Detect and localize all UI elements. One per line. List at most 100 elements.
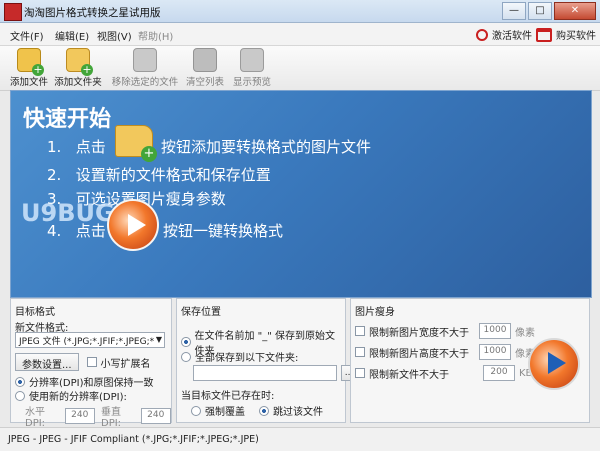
overwrite-label: 强制覆盖 [205, 407, 245, 418]
limit-width-label: 限制新图片宽度不大于 [369, 327, 469, 339]
cart-icon [536, 27, 552, 42]
add-folder-icon [66, 48, 93, 76]
target-format-panel: 目标格式 新文件格式: JPEG 文件 (*.JPG;*.JFIF;*.JPEG… [10, 298, 172, 429]
step-2-number: 2. [47, 166, 62, 184]
menu-edit[interactable]: 编辑(E) [55, 28, 89, 43]
new-format-row: JPEG 文件 (*.JPG;*.JFIF;*.JPEG;* [15, 332, 165, 348]
step-4-after: 按钮一键转换格式 [163, 222, 284, 240]
limit-height-label: 限制新图片高度不大于 [369, 348, 469, 360]
format-select[interactable]: JPEG 文件 (*.JPG;*.JFIF;*.JPEG;* [15, 332, 165, 348]
step-4-number: 4. [47, 222, 62, 240]
image-slim-panel: 图片瘦身 限制新图片宽度不大于 1000 像素 限制新图片高度不大于 1000 … [350, 298, 590, 423]
menubar: 文件(F) 编辑(E) 视图(V) 帮助(H) 激活软件 购买软件 [0, 23, 600, 46]
overwrite-radio[interactable] [191, 405, 201, 416]
lowercase-extension-checkbox[interactable] [86, 357, 97, 367]
window-title: 淘淘图片格式转换之星试用版 [24, 7, 161, 19]
quick-start-panel: 快速开始 1. 点击 按钮添加要转换格式的图片文件 2. 设置新的文件格式和保存… [10, 90, 592, 298]
add-file-icon [17, 48, 44, 76]
target-format-title: 目标格式 [15, 307, 55, 318]
step-1: 1. 点击 [47, 136, 106, 157]
add-file-button[interactable]: 添加文件 [8, 48, 50, 88]
image-slim-title: 图片瘦身 [355, 307, 395, 318]
remove-selected-button[interactable]: 移除选定的文件 [110, 48, 180, 88]
show-preview-label: 显示预览 [232, 77, 271, 88]
limit-size-label: 限制新文件不大于 [369, 369, 449, 381]
clear-list-label: 清空列表 [185, 77, 224, 88]
horizontal-dpi-label: 水平DPI: [25, 407, 46, 429]
step-4-text: 点击 [75, 222, 106, 240]
size-limit-input[interactable]: 200 [483, 365, 515, 381]
window-controls: — □ ✕ [500, 2, 596, 20]
remove-icon [133, 48, 157, 72]
remove-selected-label: 移除选定的文件 [111, 77, 179, 88]
folder-path-row: ... [193, 365, 357, 381]
save-prefix-radio[interactable] [181, 337, 191, 347]
dpi-new-label: 使用新的分辨率(DPI): [29, 392, 127, 403]
menu-file[interactable]: 文件(F) [10, 28, 44, 43]
params-row: 参数设置... 小写扩展名 [15, 353, 151, 371]
width-unit-label: 像素 [515, 327, 535, 339]
toolbar: 添加文件 添加文件夹 移除选定的文件 清空列表 显示预览 [0, 46, 600, 91]
save-location-panel: 保存位置 在文件名前加 "_" 保存到原始文件夹 全部保存到以下文件夹: ...… [176, 298, 357, 423]
status-text: JPEG - JPEG - JFIF Compliant (*.JPG;*.JF… [8, 434, 259, 445]
menu-view[interactable]: 视图(V) [97, 28, 132, 43]
close-button[interactable]: ✕ [554, 2, 596, 20]
step-2-text: 设置新的文件格式和保存位置 [75, 166, 271, 184]
add-file-label: 添加文件 [9, 77, 48, 88]
show-preview-button[interactable]: 显示预览 [230, 48, 274, 88]
save-folder-row: 全部保存到以下文件夹: [181, 349, 298, 364]
step-1-text: 点击 [75, 138, 106, 156]
save-folder-radio[interactable] [181, 351, 191, 362]
horizontal-dpi-input[interactable]: 240 [64, 408, 95, 424]
add-folder-button[interactable]: 添加文件夹 [53, 48, 103, 88]
settings-area: 目标格式 新文件格式: JPEG 文件 (*.JPG;*.JFIF;*.JPEG… [10, 298, 590, 429]
dpi-keep-radio[interactable] [15, 376, 25, 387]
activate-software-button[interactable]: 激活软件 [476, 27, 532, 42]
minimize-button[interactable]: — [502, 2, 526, 20]
clear-list-button[interactable]: 清空列表 [183, 48, 227, 88]
window-titlebar: 淘淘图片格式转换之星试用版 — □ ✕ [0, 0, 600, 23]
step-1-after: 按钮添加要转换格式的图片文件 [161, 138, 372, 156]
buy-software-label: 购买软件 [556, 31, 596, 42]
height-limit-input[interactable]: 1000 [479, 344, 511, 360]
save-location-title: 保存位置 [181, 307, 221, 318]
dpi-keep-row: 分辨率(DPI)和原图保持一致 [15, 374, 153, 389]
dpi-values-row: 水平DPI: 240 垂直DPI: 240 [25, 403, 171, 429]
add-folder-label: 添加文件夹 [54, 77, 102, 88]
preview-icon [240, 48, 264, 72]
dpi-new-radio[interactable] [15, 390, 25, 401]
activate-software-label: 激活软件 [492, 31, 532, 42]
app-icon [4, 3, 22, 21]
limit-width-row: 限制新图片宽度不大于 1000 像素 [355, 323, 535, 339]
clear-icon [193, 48, 217, 72]
convert-button[interactable] [528, 338, 580, 390]
maximize-button[interactable]: □ [528, 2, 552, 20]
dpi-keep-label: 分辨率(DPI)和原图保持一致 [29, 378, 154, 389]
exists-label: 当目标文件已存在时: [181, 391, 275, 402]
menu-help[interactable]: 帮助(H) [138, 28, 173, 43]
save-folder-label: 全部保存到以下文件夹: [195, 353, 299, 364]
skip-label: 跳过该文件 [273, 407, 323, 418]
limit-width-checkbox[interactable] [355, 326, 365, 336]
limit-size-row: 限制新文件不大于 200 KB [355, 365, 532, 381]
convert-icon [107, 199, 159, 251]
exists-options-row: 强制覆盖 跳过该文件 [191, 403, 323, 418]
params-settings-button[interactable]: 参数设置... [15, 353, 79, 371]
lowercase-extension-label: 小写扩展名 [100, 358, 151, 370]
key-icon [476, 28, 488, 41]
vertical-dpi-input[interactable]: 240 [140, 408, 171, 424]
width-limit-input[interactable]: 1000 [479, 323, 511, 339]
step-2: 2. 设置新的文件格式和保存位置 [47, 164, 271, 185]
limit-height-row: 限制新图片高度不大于 1000 像素 [355, 344, 535, 360]
buy-software-button[interactable]: 购买软件 [536, 27, 596, 42]
step-4: 4. 点击 [47, 220, 106, 241]
dpi-new-row: 使用新的分辨率(DPI): [15, 388, 127, 403]
limit-size-checkbox[interactable] [355, 368, 365, 378]
status-bar: JPEG - JPEG - JFIF Compliant (*.JPG;*.JF… [0, 427, 600, 451]
quick-start-title: 快速开始 [23, 107, 112, 132]
skip-radio[interactable] [259, 405, 269, 416]
folder-path-input[interactable] [193, 365, 337, 381]
vertical-dpi-label: 垂直DPI: [101, 407, 122, 429]
add-folder-icon [115, 125, 157, 162]
limit-height-checkbox[interactable] [355, 347, 365, 357]
